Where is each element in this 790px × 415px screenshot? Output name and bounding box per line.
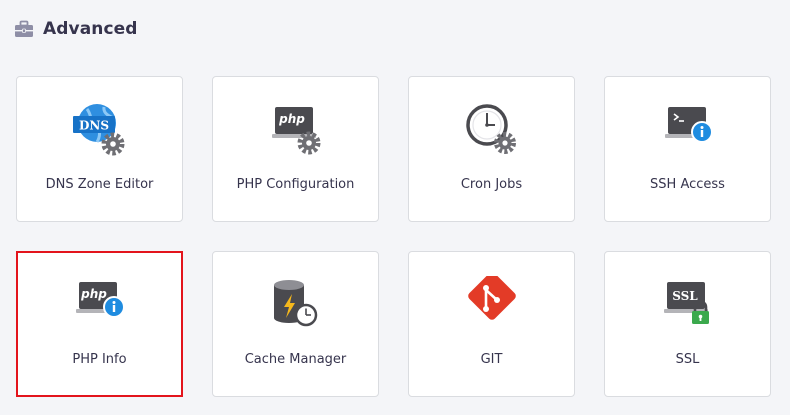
dns-settings-icon: DNS <box>72 104 124 156</box>
tool-card-php-configuration[interactable]: php PHP Configuration <box>212 76 379 222</box>
tool-label: GIT <box>480 352 503 367</box>
tool-card-cache-manager[interactable]: Cache Manager <box>212 251 379 397</box>
tool-label: Cache Manager <box>244 352 347 367</box>
svg-text:DNS: DNS <box>78 119 108 133</box>
tool-card-php-info[interactable]: php PHP Info <box>16 251 183 397</box>
php-settings-icon: php <box>271 107 320 155</box>
tool-label: SSH Access <box>650 177 725 192</box>
tool-label: DNS Zone Editor <box>45 177 154 192</box>
tool-card-dns-zone-editor[interactable]: DNS DNS Zone Editor <box>16 76 183 222</box>
terminal-info-icon <box>664 107 713 143</box>
git-icon <box>467 276 516 320</box>
section-header: Advanced <box>14 16 138 42</box>
tool-card-ssl[interactable]: SSL SSL <box>604 251 771 397</box>
tool-label: Cron Jobs <box>460 177 523 192</box>
tools-grid: DNS DNS Zone Editor php PHP Configuratio… <box>16 76 771 397</box>
toolbox-icon <box>15 20 33 37</box>
php-info-icon: php <box>75 282 125 318</box>
tool-label: PHP Info <box>72 352 127 367</box>
svg-text:php: php <box>278 112 305 126</box>
tool-card-git[interactable]: GIT <box>408 251 575 397</box>
tool-card-ssh-access[interactable]: SSH Access <box>604 76 771 222</box>
svg-text:SSL: SSL <box>672 289 698 303</box>
tool-label: PHP Configuration <box>236 177 355 192</box>
tool-card-cron-jobs[interactable]: Cron Jobs <box>408 76 575 222</box>
clock-settings-icon <box>465 104 516 154</box>
svg-text:php: php <box>80 287 107 301</box>
section-title: Advanced <box>43 19 138 39</box>
database-cache-icon <box>273 280 317 327</box>
ssl-lock-icon: SSL <box>663 282 709 324</box>
tool-label: SSL <box>675 352 700 367</box>
